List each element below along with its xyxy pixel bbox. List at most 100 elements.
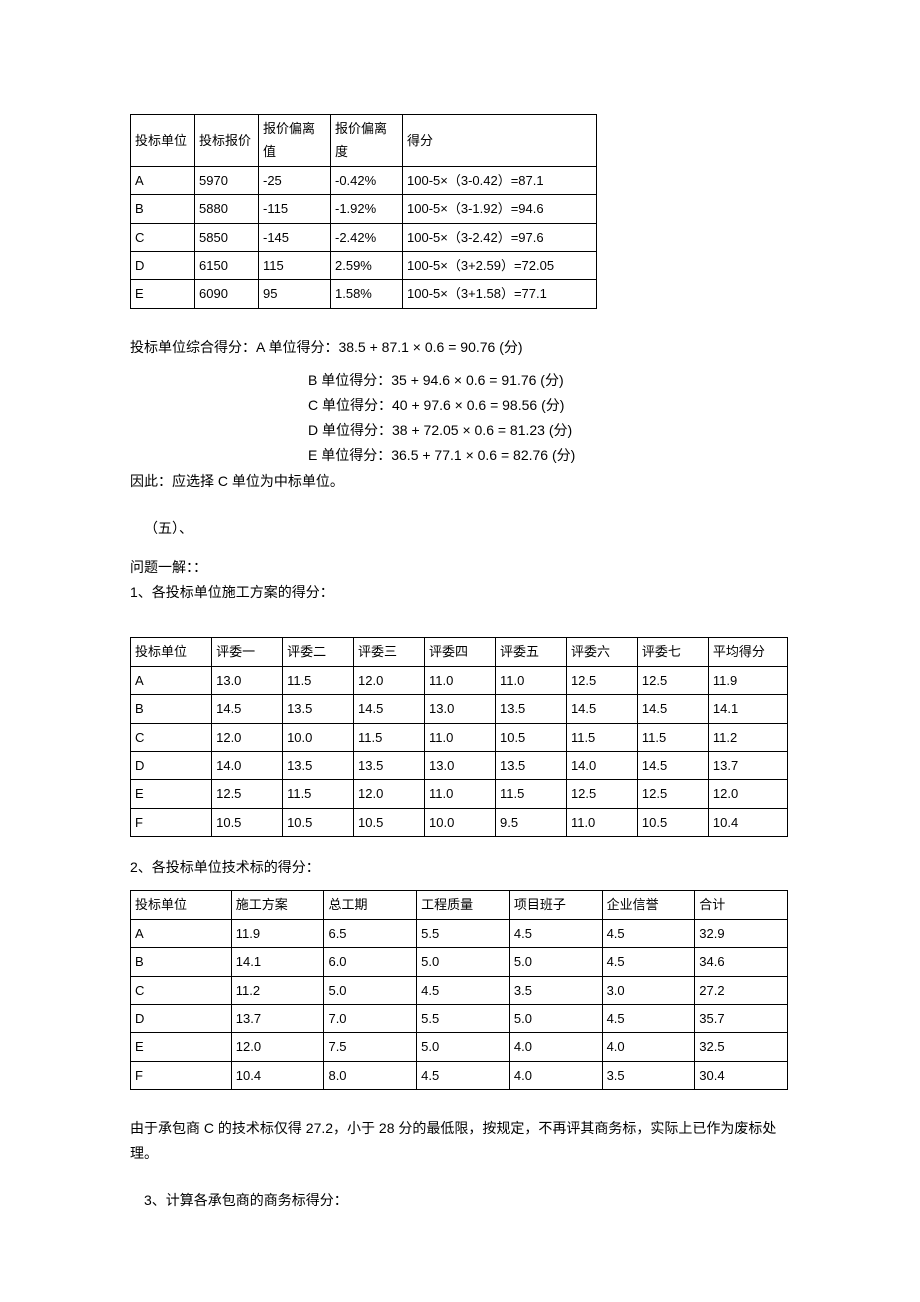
table-header-row: 投标单位 投标报价 报价偏离值 报价偏离度 得分 — [131, 115, 597, 167]
summary-conclusion: 因此：应选择 C 单位为中标单位。 — [130, 469, 790, 494]
cell: 13.0 — [425, 751, 496, 779]
question-one-title: 问题一解：： — [130, 555, 790, 580]
cell: 4.0 — [602, 1033, 695, 1061]
cell: 11.5 — [283, 666, 354, 694]
cell: 11.0 — [425, 666, 496, 694]
th: 评委四 — [425, 638, 496, 666]
th-dev-val: 报价偏离值 — [259, 115, 331, 167]
th-unit: 投标单位 — [131, 115, 195, 167]
cell: D — [131, 1004, 232, 1032]
cell: 13.5 — [495, 695, 566, 723]
cell: 7.5 — [324, 1033, 417, 1061]
th-score: 得分 — [403, 115, 597, 167]
cell: 32.9 — [695, 919, 788, 947]
cell: 35.7 — [695, 1004, 788, 1032]
cell: 8.0 — [324, 1061, 417, 1089]
cell: B — [131, 695, 212, 723]
th: 评委七 — [637, 638, 708, 666]
cell: 12.5 — [637, 780, 708, 808]
cell: 3.0 — [602, 976, 695, 1004]
cell: 12.5 — [212, 780, 283, 808]
cell: 100-5×（3+2.59）=72.05 — [403, 251, 597, 279]
cell: 11.0 — [495, 666, 566, 694]
cell: 11.5 — [566, 723, 637, 751]
summary-line: B 单位得分：35 + 94.6 × 0.6 = 91.76 (分) — [308, 368, 790, 393]
cell: 6.5 — [324, 919, 417, 947]
cell: D — [131, 251, 195, 279]
question-two-line: 2、各投标单位技术标的得分： — [130, 855, 790, 880]
cell: 11.9 — [231, 919, 324, 947]
th: 投标单位 — [131, 638, 212, 666]
cell: 13.5 — [354, 751, 425, 779]
cell: 100-5×（3-1.92）=94.6 — [403, 195, 597, 223]
summary-line: E 单位得分：36.5 + 77.1 × 0.6 = 82.76 (分) — [308, 443, 790, 468]
cell: 5880 — [195, 195, 259, 223]
cell: -115 — [259, 195, 331, 223]
cell: 100-5×（3-0.42）=87.1 — [403, 166, 597, 194]
cell: 13.7 — [708, 751, 787, 779]
table-row: F10.510.510.510.09.511.010.510.4 — [131, 808, 788, 836]
cell: 6.0 — [324, 948, 417, 976]
cell: 4.5 — [417, 1061, 510, 1089]
table-row: B14.513.514.513.013.514.514.514.1 — [131, 695, 788, 723]
cell: 5.0 — [324, 976, 417, 1004]
cell: 6150 — [195, 251, 259, 279]
cell: 5850 — [195, 223, 259, 251]
cell: -145 — [259, 223, 331, 251]
cell: 11.2 — [708, 723, 787, 751]
cell: 12.0 — [231, 1033, 324, 1061]
table-row: E12.511.512.011.011.512.512.512.0 — [131, 780, 788, 808]
th: 企业信誉 — [602, 891, 695, 919]
table-row: E12.07.55.04.04.032.5 — [131, 1033, 788, 1061]
cell: 12.0 — [212, 723, 283, 751]
cell: F — [131, 1061, 232, 1089]
cell: 1.58% — [331, 280, 403, 308]
cell: 14.0 — [566, 751, 637, 779]
table-row: D 6150 115 2.59% 100-5×（3+2.59）=72.05 — [131, 251, 597, 279]
cell: 10.5 — [283, 808, 354, 836]
cell: 9.5 — [495, 808, 566, 836]
cell: 5.5 — [417, 919, 510, 947]
cell: -25 — [259, 166, 331, 194]
table-row: C12.010.011.511.010.511.511.511.2 — [131, 723, 788, 751]
cell: 14.0 — [212, 751, 283, 779]
cell: 5.0 — [417, 1033, 510, 1061]
cell: 115 — [259, 251, 331, 279]
table-row: D13.77.05.55.04.535.7 — [131, 1004, 788, 1032]
cell: 11.5 — [354, 723, 425, 751]
cell: 100-5×（3-2.42）=97.6 — [403, 223, 597, 251]
cell: 10.5 — [495, 723, 566, 751]
cell: 4.5 — [509, 919, 602, 947]
cell: F — [131, 808, 212, 836]
cell: 14.5 — [354, 695, 425, 723]
cell: 5.0 — [509, 1004, 602, 1032]
bid-deviation-table: 投标单位 投标报价 报价偏离值 报价偏离度 得分 A 5970 -25 -0.4… — [130, 114, 597, 309]
cell: C — [131, 976, 232, 1004]
cell: 11.0 — [425, 723, 496, 751]
question-one-line: 1、各投标单位施工方案的得分： — [130, 580, 790, 605]
cell: A — [131, 666, 212, 694]
cell: 11.0 — [566, 808, 637, 836]
cell: 11.5 — [495, 780, 566, 808]
summary-line: D 单位得分：38 + 72.05 × 0.6 = 81.23 (分) — [308, 418, 790, 443]
cell: 5970 — [195, 166, 259, 194]
cell: 32.5 — [695, 1033, 788, 1061]
th: 投标单位 — [131, 891, 232, 919]
cell: 4.5 — [602, 1004, 695, 1032]
cell: 14.5 — [212, 695, 283, 723]
cell: 14.1 — [231, 948, 324, 976]
cell: 95 — [259, 280, 331, 308]
cell: 6090 — [195, 280, 259, 308]
th-dev-pct: 报价偏离度 — [331, 115, 403, 167]
cell: 4.0 — [509, 1061, 602, 1089]
table-row: B 5880 -115 -1.92% 100-5×（3-1.92）=94.6 — [131, 195, 597, 223]
cell: 3.5 — [602, 1061, 695, 1089]
table-row: D14.013.513.513.013.514.014.513.7 — [131, 751, 788, 779]
th: 工程质量 — [417, 891, 510, 919]
cell: 12.5 — [566, 666, 637, 694]
cell: 14.5 — [637, 751, 708, 779]
th: 平均得分 — [708, 638, 787, 666]
cell: 11.0 — [425, 780, 496, 808]
cell: 12.0 — [354, 666, 425, 694]
th: 项目班子 — [509, 891, 602, 919]
